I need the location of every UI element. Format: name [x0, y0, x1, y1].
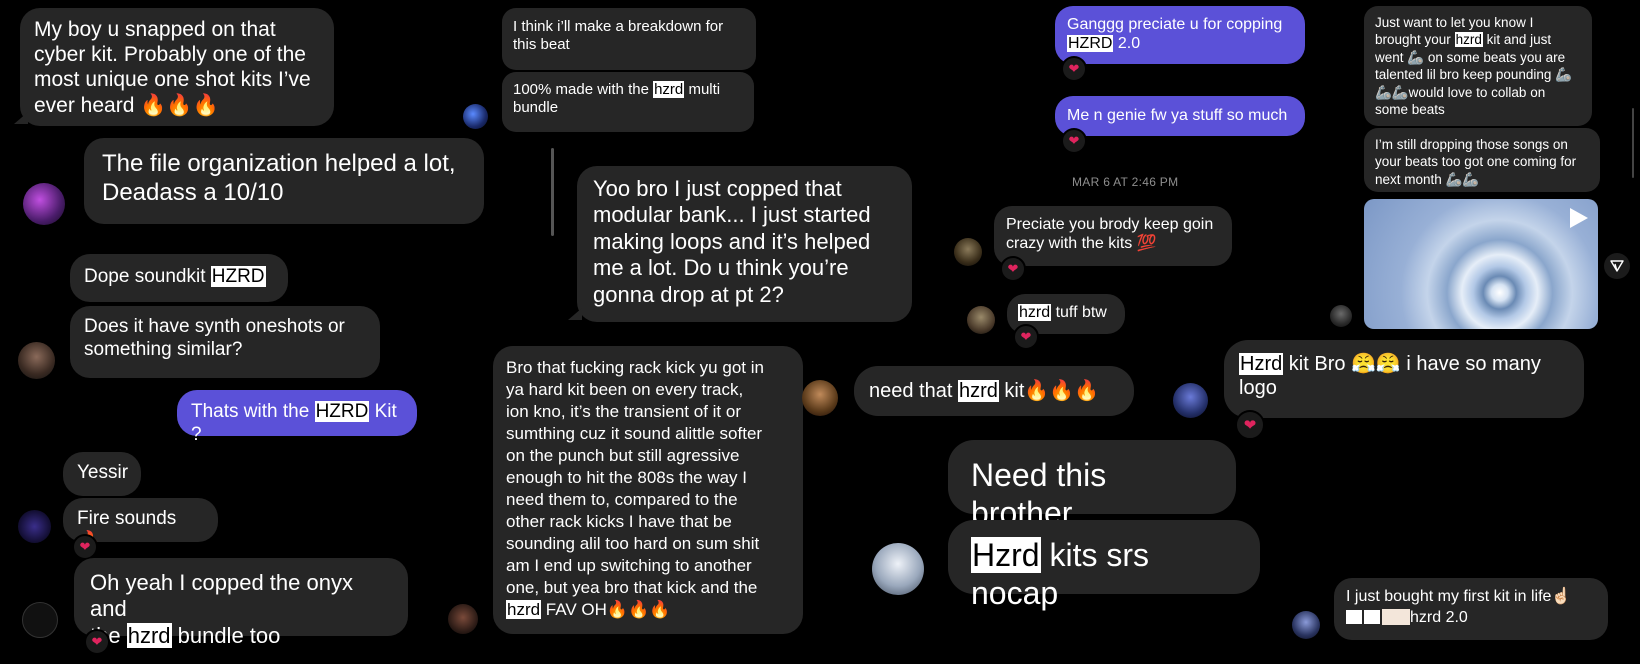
heart-reaction-icon[interactable]: ❤ — [1061, 56, 1087, 82]
message-bubble[interactable]: I think i’ll make a breakdown for this b… — [502, 8, 756, 70]
message-bubble[interactable]: Hzrd kits srs nocap — [948, 520, 1260, 611]
heart-reaction-icon[interactable]: ❤ — [1013, 324, 1039, 350]
avatar[interactable] — [802, 380, 838, 416]
message-bubble-sent[interactable]: Ganggg preciate u for copping HZRD 2.0 — [1055, 6, 1305, 64]
app-icon — [1382, 609, 1410, 625]
send-icon[interactable] — [1604, 253, 1630, 279]
message-bubble-sent[interactable]: Thats with the HZRD Kit ? — [177, 390, 417, 445]
message-bubble[interactable]: Hzrd kit Bro 😤😤 i have so many logo — [1224, 340, 1584, 418]
avatar[interactable] — [22, 602, 58, 638]
message-bubble[interactable]: I’m still dropping those songs on your b… — [1364, 128, 1600, 192]
message-bubble[interactable]: Does it have synth oneshots or something… — [70, 306, 380, 378]
avatar[interactable] — [18, 342, 55, 379]
avatar[interactable] — [448, 604, 478, 634]
send-icon-glyph — [1610, 260, 1624, 272]
avatar[interactable] — [967, 306, 995, 334]
message-bubble[interactable]: Yoo bro I just copped that modular bank.… — [577, 166, 912, 322]
message-bubble[interactable]: Need this brother — [948, 440, 1236, 531]
avatar[interactable] — [1292, 611, 1320, 639]
avatar[interactable] — [463, 104, 488, 129]
play-icon[interactable] — [1570, 208, 1588, 228]
timestamp: MAR 6 AT 2:46 PM — [1072, 175, 1179, 189]
app-icon — [1364, 610, 1380, 624]
heart-reaction-icon[interactable]: ❤ — [1061, 128, 1087, 154]
avatar[interactable] — [872, 543, 924, 595]
avatar[interactable] — [954, 238, 982, 266]
heart-reaction-icon[interactable]: ❤ — [1000, 256, 1026, 282]
avatar[interactable] — [23, 183, 65, 225]
message-bubble[interactable]: The file organization helped a lot, Dead… — [84, 138, 484, 224]
message-bubble[interactable]: Just want to let you know I brought your… — [1364, 6, 1592, 126]
message-bubble[interactable]: Preciate you brody keep goin crazy with … — [994, 206, 1232, 266]
avatar[interactable] — [18, 510, 51, 543]
quote-bar — [551, 148, 554, 236]
message-bubble[interactable]: 100% made with the hzrd multi bundle — [502, 72, 754, 132]
message-bubble-sent[interactable]: Me n genie fw ya stuff so much — [1055, 96, 1305, 136]
message-bubble[interactable]: Bro that fucking rack kick yu got in ya … — [493, 346, 803, 634]
heart-reaction-icon[interactable]: ❤ — [1235, 410, 1265, 440]
app-icon — [1346, 610, 1362, 624]
avatar[interactable] — [1173, 383, 1208, 418]
bubble-tail — [568, 308, 582, 320]
heart-reaction-icon[interactable]: ❤ — [84, 629, 110, 655]
message-bubble[interactable]: My boy u snapped on that cyber kit. Prob… — [20, 8, 334, 126]
bubble-tail — [14, 112, 28, 124]
message-bubble[interactable]: need that hzrd kit🔥🔥🔥 — [854, 366, 1134, 416]
scrollbar[interactable] — [1632, 108, 1634, 178]
message-bubble[interactable]: I just bought my first kit in life☝🏻 hzr… — [1334, 578, 1608, 640]
message-bubble[interactable]: Yessir — [63, 452, 141, 496]
message-bubble[interactable]: Dope soundkit HZRD — [70, 254, 288, 302]
message-bubble[interactable]: Oh yeah I copped the onyx and the hzrd b… — [74, 558, 408, 648]
avatar[interactable] — [1330, 305, 1352, 327]
video-thumbnail[interactable] — [1364, 199, 1598, 329]
heart-reaction-icon[interactable]: ❤ — [72, 534, 98, 560]
